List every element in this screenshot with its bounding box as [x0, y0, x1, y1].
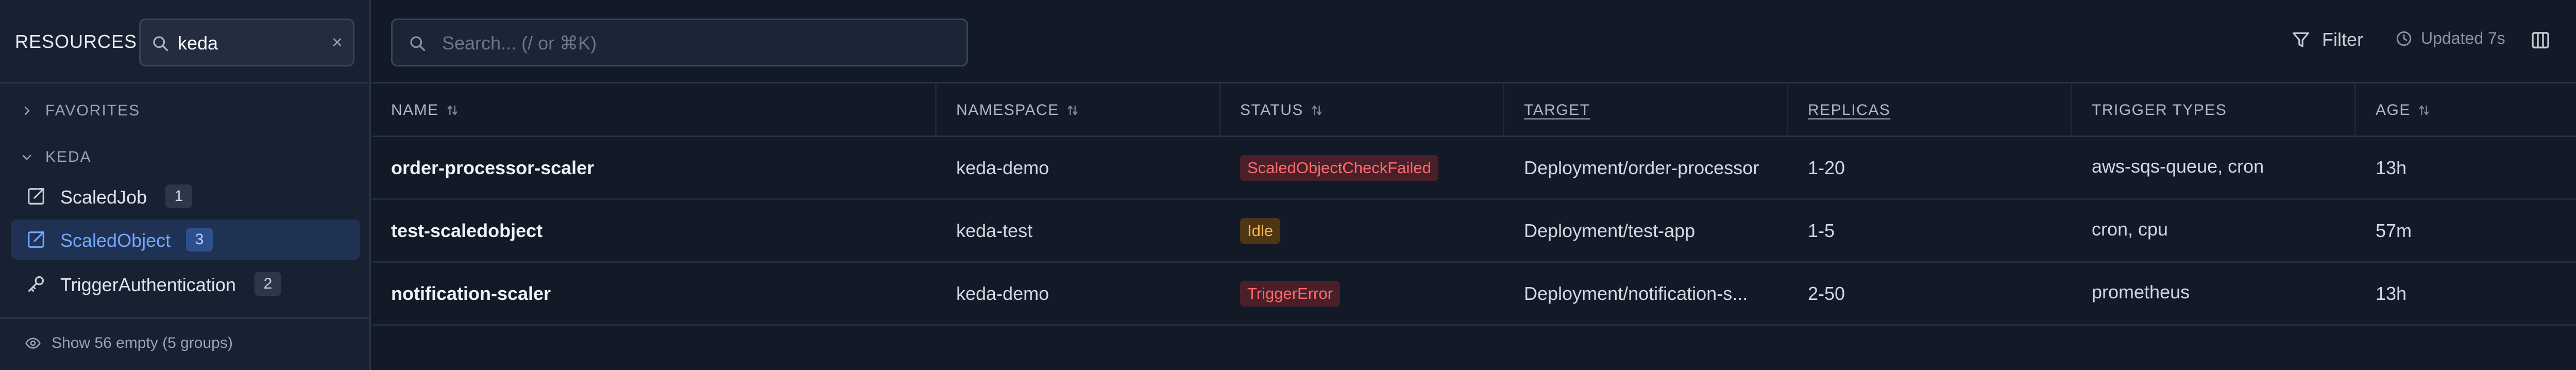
column-header-age[interactable]: AGE	[2356, 83, 2576, 137]
table-row[interactable]: test-scaledobject keda-test Idle Deploym…	[372, 200, 2576, 263]
sidebar-title: RESOURCES	[15, 31, 138, 52]
eye-icon	[25, 338, 41, 349]
filter-label: Filter	[2322, 29, 2363, 50]
app-window: RESOURCES keda × FAVORITES KEDA ScaledJo…	[0, 0, 2576, 370]
chevron-down-icon	[22, 155, 31, 160]
search-icon	[151, 34, 170, 55]
count-badge: 1	[165, 184, 192, 208]
cell-namespace: keda-demo	[956, 157, 1049, 178]
cell-target: Deployment/notification-s...	[1524, 282, 1748, 304]
table-row[interactable]: notification-scaler keda-demo TriggerErr…	[372, 263, 2576, 326]
cell-age: 13h	[2376, 282, 2407, 304]
cell-namespace: keda-test	[956, 220, 1033, 241]
key-icon	[26, 274, 46, 296]
filter-icon	[2293, 32, 2309, 47]
cell-age: 57m	[2376, 220, 2412, 241]
favorites-section-toggle[interactable]: FAVORITES	[21, 98, 140, 124]
scale-icon	[26, 187, 46, 209]
cell-name[interactable]: notification-scaler	[391, 263, 927, 324]
cell-name[interactable]: test-scaledobject	[391, 200, 927, 261]
sidebar-item-label: ScaledJob	[60, 187, 147, 208]
table-row[interactable]: order-processor-scaler keda-demo ScaledO…	[372, 137, 2576, 200]
cell-replicas: 1-20	[1808, 157, 1845, 178]
sidebar-item-scaledjob[interactable]: ScaledJob 1	[11, 176, 360, 216]
scale-icon	[26, 230, 46, 252]
global-search[interactable]	[391, 19, 968, 66]
sidebar-footer: Show 56 empty (5 groups)	[0, 317, 371, 370]
favorites-label: FAVORITES	[45, 102, 141, 119]
column-header-label: NAME	[391, 102, 439, 119]
sidebar-header: RESOURCES keda ×	[0, 0, 371, 83]
column-header-trigger-types[interactable]: TRIGGER TYPES	[2072, 83, 2356, 137]
column-header-label: NAMESPACE	[956, 102, 1059, 119]
sort-icon	[1067, 105, 1077, 115]
updated-label: Updated 7s	[2421, 29, 2505, 47]
cell-target: Deployment/order-processor	[1524, 157, 1759, 178]
column-header-name[interactable]: NAME	[372, 83, 937, 137]
close-icon[interactable]: ×	[332, 31, 343, 53]
cell-target: Deployment/test-app	[1524, 220, 1696, 241]
cell-namespace: keda-demo	[956, 282, 1049, 304]
column-header-replicas[interactable]: REPLICAS	[1788, 83, 2072, 137]
topbar: Filter Updated 7s	[372, 0, 2576, 83]
status-badge: Idle	[1240, 217, 1280, 244]
global-search-input[interactable]	[442, 29, 947, 57]
count-badge: 3	[186, 228, 213, 251]
table-header: NAME NAMESPACE STATUS TARGET REPLICAS TR…	[372, 83, 2576, 137]
cell-trigger-types: prometheus	[2092, 281, 2190, 302]
chevron-right-icon	[24, 106, 30, 115]
count-badge: 2	[255, 272, 281, 296]
sort-icon	[1312, 105, 1322, 115]
cell-age: 13h	[2376, 157, 2407, 178]
main-panel: Filter Updated 7s NAME NAMESPACE	[372, 0, 2576, 370]
sidebar-search-value: keda	[178, 32, 218, 54]
search-icon	[408, 34, 427, 55]
cell-name[interactable]: order-processor-scaler	[391, 137, 927, 198]
column-header-label: TARGET	[1524, 102, 1590, 119]
cell-trigger-types: cron, cpu	[2092, 218, 2168, 240]
columns-icon[interactable]	[2530, 30, 2551, 53]
column-header-label: STATUS	[1240, 102, 1303, 119]
sort-icon	[447, 105, 457, 115]
sidebar: RESOURCES keda × FAVORITES KEDA ScaledJo…	[0, 0, 371, 370]
cell-replicas: 1-5	[1808, 220, 1835, 241]
filter-button[interactable]: Filter	[2291, 29, 2363, 51]
sidebar-item-triggerauthentication[interactable]: TriggerAuthentication 2	[11, 264, 360, 304]
cell-status: Idle	[1240, 200, 1498, 261]
cell-replicas: 2-50	[1808, 282, 1845, 304]
column-header-label: TRIGGER TYPES	[2092, 102, 2227, 119]
column-header-target[interactable]: TARGET	[1504, 83, 1788, 137]
show-empty-toggle[interactable]: Show 56 empty (5 groups)	[25, 334, 233, 352]
sidebar-item-label: ScaledObject	[60, 230, 171, 251]
status-badge: TriggerError	[1240, 280, 1340, 307]
keda-section-toggle[interactable]: KEDA	[21, 144, 92, 170]
updated-indicator: Updated 7s	[2395, 29, 2505, 48]
clock-icon	[2396, 31, 2412, 46]
cell-trigger-types: aws-sqs-queue, cron	[2092, 156, 2264, 177]
sidebar-search-input[interactable]: keda ×	[139, 19, 354, 66]
cell-status: TriggerError	[1240, 263, 1498, 324]
column-header-namespace[interactable]: NAMESPACE	[937, 83, 1221, 137]
cell-status: ScaledObjectCheckFailed	[1240, 137, 1498, 198]
column-header-label: REPLICAS	[1808, 102, 1891, 119]
column-header-status[interactable]: STATUS	[1221, 83, 1504, 137]
sidebar-item-scaledobject[interactable]: ScaledObject 3	[11, 220, 360, 260]
show-empty-label: Show 56 empty (5 groups)	[52, 334, 233, 351]
keda-group-label: KEDA	[45, 148, 92, 165]
status-badge: ScaledObjectCheckFailed	[1240, 155, 1438, 181]
column-header-label: AGE	[2376, 102, 2411, 119]
sort-icon	[2419, 105, 2429, 115]
sidebar-item-label: TriggerAuthentication	[60, 274, 236, 295]
